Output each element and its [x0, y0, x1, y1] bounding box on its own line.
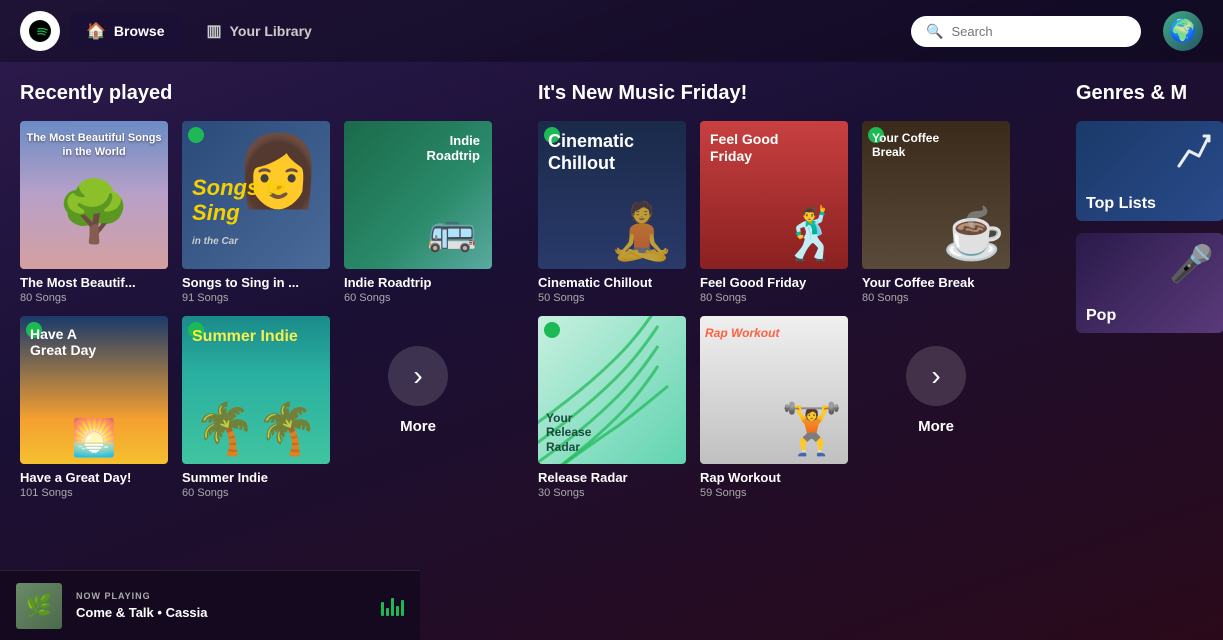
playlist-art-feel-good: Feel GoodFriday 🕺 [700, 121, 848, 269]
now-playing-bar: 🌿 NOW PLAYING Come & Talk • Cassia [0, 570, 420, 640]
playlist-art-indie: IndieRoadtrip 🚌 [344, 121, 492, 269]
list-item[interactable]: YourReleaseRadar Release Radar 30 Songs [538, 316, 686, 499]
playlist-title: Indie Roadtrip [344, 275, 492, 290]
main-content: Recently played The Most Beautiful Songs… [0, 62, 1223, 570]
playlist-title: The Most Beautif... [20, 275, 168, 290]
playlist-title: Rap Workout [700, 470, 848, 485]
library-icon: ▥ [207, 21, 222, 41]
recently-played-title: Recently played [20, 82, 490, 105]
list-item[interactable]: Rap Workout 🏋️ Rap Workout 59 Songs [700, 316, 848, 499]
avatar[interactable] [1163, 11, 1203, 51]
genre-label: Top Lists [1086, 195, 1156, 213]
playlist-sub: 60 Songs [182, 487, 330, 499]
home-icon: 🏠 [86, 21, 106, 41]
search-icon: 🔍 [926, 23, 943, 40]
playlist-art-sing: 👩 Songs toSingin the Car [182, 121, 330, 269]
recently-played-grid: The Most Beautiful Songsin the World 🌳 T… [20, 121, 490, 499]
playlist-art-summer: Summer Indie 🌴🌴 [182, 316, 330, 464]
genres-grid: Top Lists 🎤 Pop [1076, 121, 1216, 333]
playlist-sub: 80 Songs [862, 292, 1010, 304]
new-music-title: It's New Music Friday! [538, 82, 1028, 105]
playlist-title: Release Radar [538, 470, 686, 485]
playlist-sub: 101 Songs [20, 487, 168, 499]
playlist-title: Summer Indie [182, 470, 330, 485]
more-button-new-music[interactable]: › More [862, 316, 1010, 464]
genres-section: Genres & M Top Lists 🎤 Pop [1056, 82, 1223, 570]
playlist-art-release-radar: YourReleaseRadar [538, 316, 686, 464]
playlist-sub: 60 Songs [344, 292, 492, 304]
playlist-art-rap-workout: Rap Workout 🏋️ [700, 316, 848, 464]
list-item[interactable]: CinematicChillout 🧘 Cinematic Chillout 5… [538, 121, 686, 304]
playlist-title: Your Coffee Break [862, 275, 1010, 290]
browse-button[interactable]: 🏠 Browse [70, 13, 181, 49]
now-playing-label: NOW PLAYING [76, 591, 367, 601]
more-label: More [918, 418, 954, 435]
playlist-sub: 91 Songs [182, 292, 330, 304]
top-navigation: 🏠 Browse ▥ Your Library 🔍 [0, 0, 1223, 62]
more-circle-icon: › [388, 346, 448, 406]
genre-label: Pop [1086, 307, 1116, 325]
more-button-recently-played[interactable]: › More [344, 316, 492, 464]
microphone-icon: 🎤 [1169, 243, 1214, 285]
more-label: More [400, 418, 436, 435]
playlist-title: Feel Good Friday [700, 275, 848, 290]
recently-played-section: Recently played The Most Beautiful Songs… [0, 82, 510, 570]
library-label: Your Library [230, 23, 312, 39]
playlist-sub: 80 Songs [20, 292, 168, 304]
playlist-title: Songs to Sing in ... [182, 275, 330, 290]
now-playing-info: NOW PLAYING Come & Talk • Cassia [76, 591, 367, 620]
chart-icon [1174, 131, 1214, 180]
list-item[interactable]: Feel GoodFriday 🕺 Feel Good Friday 80 So… [700, 121, 848, 304]
more-circle-icon: › [906, 346, 966, 406]
spotify-logo[interactable] [20, 11, 60, 51]
list-item[interactable]: The Most Beautiful Songsin the World 🌳 T… [20, 121, 168, 304]
new-music-grid: CinematicChillout 🧘 Cinematic Chillout 5… [538, 121, 1028, 499]
spotify-dot-indicator [188, 127, 204, 143]
your-library-button[interactable]: ▥ Your Library [191, 13, 328, 49]
list-item[interactable]: 🎤 Pop [1076, 233, 1223, 333]
playlist-art-great-day: Have AGreat Day 🌅 [20, 316, 168, 464]
now-playing-visualizer [381, 596, 404, 616]
playlist-art-cinematic: CinematicChillout 🧘 [538, 121, 686, 269]
playlist-title: Cinematic Chillout [538, 275, 686, 290]
new-music-friday-section: It's New Music Friday! CinematicChillout… [518, 82, 1048, 570]
playlist-sub: 59 Songs [700, 487, 848, 499]
now-playing-song: Come & Talk • Cassia [76, 605, 367, 620]
playlist-sub: 50 Songs [538, 292, 686, 304]
list-item[interactable]: Summer Indie 🌴🌴 Summer Indie 60 Songs [182, 316, 330, 499]
browse-label: Browse [114, 23, 165, 39]
playlist-sub: 30 Songs [538, 487, 686, 499]
search-input[interactable] [951, 24, 1126, 39]
now-playing-thumbnail: 🌿 [16, 583, 62, 629]
list-item[interactable]: Your CoffeeBreak ☕ Your Coffee Break 80 … [862, 121, 1010, 304]
playlist-art-coffee: Your CoffeeBreak ☕ [862, 121, 1010, 269]
list-item[interactable]: IndieRoadtrip 🚌 Indie Roadtrip 60 Songs [344, 121, 492, 304]
search-bar[interactable]: 🔍 [911, 16, 1141, 47]
list-item[interactable]: 👩 Songs toSingin the Car Songs to Sing i… [182, 121, 330, 304]
playlist-title: Have a Great Day! [20, 470, 168, 485]
list-item[interactable]: Top Lists [1076, 121, 1223, 221]
genres-title: Genres & M [1076, 82, 1216, 105]
playlist-art-beautiful: The Most Beautiful Songsin the World 🌳 [20, 121, 168, 269]
playlist-sub: 80 Songs [700, 292, 848, 304]
list-item[interactable]: Have AGreat Day 🌅 Have a Great Day! 101 … [20, 316, 168, 499]
